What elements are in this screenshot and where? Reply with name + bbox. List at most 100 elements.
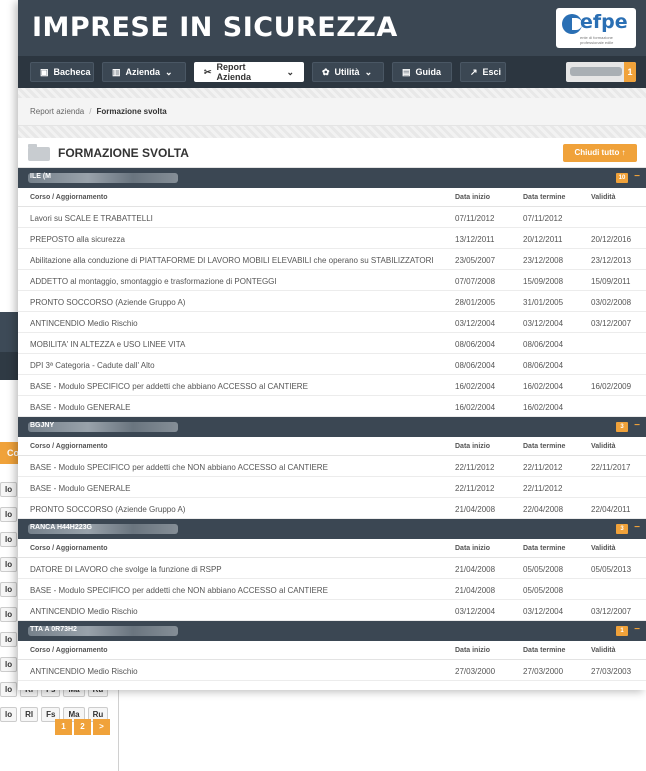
end-date: 22/04/2008 xyxy=(523,505,564,514)
employee-name: RANCA H44H223G xyxy=(30,524,92,531)
start-date: 16/02/2004 xyxy=(455,382,496,391)
column-course: Corso / Aggiornamento xyxy=(30,194,108,201)
column-validity: Validità xyxy=(591,194,616,201)
close-all-button[interactable]: Chiudi tutto ↑ xyxy=(563,144,637,162)
row-label[interactable]: lo xyxy=(0,532,18,547)
employee-name: TTA A 0R73H2 xyxy=(30,626,77,633)
employee-group: TTA A 0R73H2 1− Corso / Aggiornamento Data … xyxy=(18,621,646,681)
table-row: BASE - Modulo SPECIFICO per addetti che … xyxy=(18,375,646,396)
end-date: 16/02/2004 xyxy=(523,382,564,391)
end-date: 03/12/2004 xyxy=(523,607,564,616)
end-date: 22/11/2012 xyxy=(523,463,563,472)
nav-bacheca[interactable]: ▣ Bacheca xyxy=(30,62,94,82)
group-header[interactable]: BGJNY 3− xyxy=(18,417,646,437)
table-row: ADDETTO al montaggio, smontaggio e trasf… xyxy=(18,270,646,291)
pin-icon: ✂ xyxy=(204,66,212,77)
row-label[interactable]: lo xyxy=(0,682,18,697)
breadcrumb-separator: / xyxy=(89,107,92,116)
course-name: BASE - Modulo SPECIFICO per addetti che … xyxy=(30,463,328,472)
chevron-down-icon: ⌄ xyxy=(286,66,294,77)
end-date: 08/06/2004 xyxy=(523,340,564,349)
collapse-icon[interactable]: − xyxy=(634,624,640,635)
table-row: BASE - Modulo SPECIFICO per addetti che … xyxy=(18,579,646,600)
row-label[interactable]: lo xyxy=(0,657,18,672)
breadcrumb-parent[interactable]: Report azienda xyxy=(30,107,84,116)
nav-esci[interactable]: ↗ Esci xyxy=(460,62,506,82)
row-label[interactable]: lo xyxy=(0,707,18,722)
nav-label: Bacheca xyxy=(53,67,91,77)
start-date: 07/11/2012 xyxy=(455,214,495,223)
group-header[interactable]: ILE (M 10− xyxy=(18,168,646,188)
next-page-button[interactable]: > xyxy=(93,719,110,735)
row-label[interactable]: lo xyxy=(0,582,18,597)
gear-icon: ✿ xyxy=(322,66,330,77)
course-count-badge: 3 xyxy=(616,524,628,534)
course-name: ADDETTO al montaggio, smontaggio e trasf… xyxy=(30,277,277,286)
breadcrumb: Report azienda / Formazione svolta xyxy=(18,98,646,126)
course-count-badge: 1 xyxy=(616,626,628,636)
column-course: Corso / Aggiornamento xyxy=(30,545,108,552)
course-count-badge: 10 xyxy=(616,173,628,183)
nav-label: Report Azienda xyxy=(216,62,252,82)
page-2-button[interactable]: 2 xyxy=(74,719,91,735)
end-date: 05/05/2008 xyxy=(523,565,564,574)
table-row: DATORE DI LAVORO che svolge la funzione … xyxy=(18,558,646,579)
folder-icon xyxy=(28,144,50,161)
start-date: 23/05/2007 xyxy=(455,256,496,265)
start-date: 21/04/2008 xyxy=(455,505,496,514)
start-date: 21/04/2008 xyxy=(455,565,496,574)
course-name: BASE - Modulo SPECIFICO per addetti che … xyxy=(30,586,328,595)
start-date: 07/07/2008 xyxy=(455,277,496,286)
book-icon: ▤ xyxy=(402,66,411,77)
row-label[interactable]: lo xyxy=(0,632,18,647)
table-row: BASE - Modulo SPECIFICO per addetti che … xyxy=(18,456,646,477)
end-date: 27/03/2000 xyxy=(523,667,564,676)
logo-mark-icon xyxy=(562,14,582,34)
page-1-button[interactable]: 1 xyxy=(55,719,72,735)
column-end: Data termine xyxy=(523,443,566,450)
user-menu[interactable]: 1 xyxy=(566,62,636,82)
table-row: ANTINCENDIO Medio Rischio 27/03/2000 27/03… xyxy=(18,660,646,681)
action-button[interactable]: Rl xyxy=(20,707,39,722)
end-date: 20/12/2011 xyxy=(523,235,563,244)
nav-azienda[interactable]: ▥ Azienda ⌄ xyxy=(102,62,186,82)
table-row: ANTINCENDIO Medio Rischio 03/12/2004 03/12… xyxy=(18,600,646,621)
nav-label: Guida xyxy=(415,67,442,77)
employee-name: BGJNY xyxy=(30,422,55,429)
collapse-icon[interactable]: − xyxy=(634,171,640,182)
employee-name: ILE (M xyxy=(30,173,51,180)
end-date: 31/01/2005 xyxy=(523,298,564,307)
end-date: 05/05/2008 xyxy=(523,586,564,595)
table-header: Corso / Aggiornamento Data inizio Data ter… xyxy=(18,641,646,660)
nav-guida[interactable]: ▤ Guida xyxy=(392,62,452,82)
collapse-icon[interactable]: − xyxy=(634,420,640,431)
divider xyxy=(18,126,646,138)
course-name: DPI 3ª Categoria - Cadute dall' Alto xyxy=(30,361,155,370)
start-date: 03/12/2004 xyxy=(455,319,496,328)
group-header[interactable]: RANCA H44H223G 3− xyxy=(18,519,646,539)
start-date: 08/06/2004 xyxy=(455,361,496,370)
page-title: FORMAZIONE SVOLTA xyxy=(58,146,189,160)
table-row: Lavori su SCALE E TRABATTELLI 07/11/2012 0… xyxy=(18,207,646,228)
table-row: BASE - Modulo GENERALE 16/02/2004 16/02/20… xyxy=(18,396,646,417)
collapse-icon[interactable]: − xyxy=(634,522,640,533)
row-label[interactable]: lo xyxy=(0,557,18,572)
row-label[interactable]: lo xyxy=(0,607,18,622)
breadcrumb-current: Formazione svolta xyxy=(96,107,167,116)
nav-report-azienda[interactable]: ✂ Report Azienda ⌄ xyxy=(194,62,304,82)
exit-icon: ↗ xyxy=(470,66,478,77)
chevron-down-icon: ⌄ xyxy=(364,66,373,77)
start-date: 03/12/2004 xyxy=(455,607,496,616)
row-label[interactable]: lo xyxy=(0,482,18,497)
row-label[interactable]: lo xyxy=(0,507,18,522)
start-date: 16/02/2004 xyxy=(455,403,496,412)
group-header[interactable]: TTA A 0R73H2 1− xyxy=(18,621,646,641)
course-name: ANTINCENDIO Medio Rischio xyxy=(30,667,138,676)
nav-utilita[interactable]: ✿ Utilità ⌄ xyxy=(312,62,384,82)
course-name: ANTINCENDIO Medio Rischio xyxy=(30,319,138,328)
course-name: PRONTO SOCCORSO (Aziende Gruppo A) xyxy=(30,298,186,307)
table-header: Corso / Aggiornamento Data inizio Data ter… xyxy=(18,188,646,207)
table-row: Abilitazione alla conduzione di PIATTAFO… xyxy=(18,249,646,270)
end-date: 08/06/2004 xyxy=(523,361,564,370)
start-date: 22/11/2012 xyxy=(455,463,495,472)
